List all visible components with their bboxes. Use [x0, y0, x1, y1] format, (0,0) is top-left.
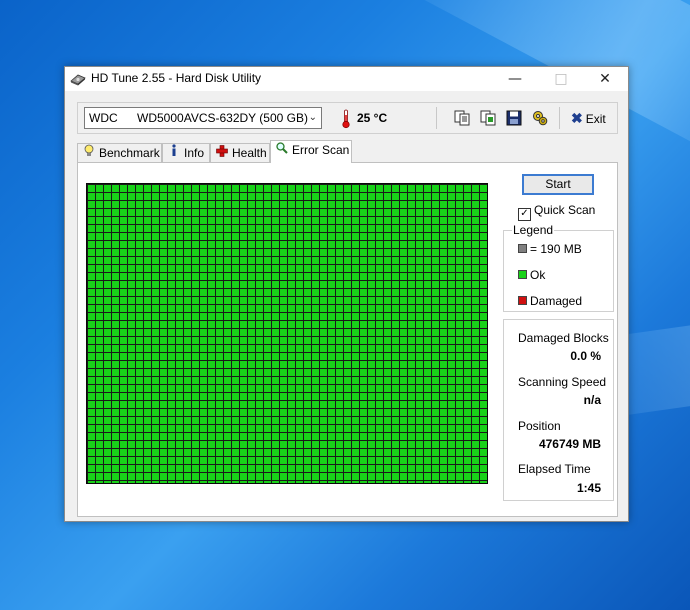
position-value: 476749 MB: [538, 437, 601, 451]
legend-item-damaged: Damaged: [518, 294, 582, 308]
checkbox-checked-icon: ✓: [518, 208, 531, 221]
title-bar[interactable]: HD Tune 2.55 - Hard Disk Utility — □ ✕: [65, 67, 628, 91]
legend-label: = 190 MB: [530, 242, 582, 256]
close-button[interactable]: ✕: [583, 67, 627, 91]
legend-label: Ok: [530, 268, 546, 282]
magnifier-icon: [275, 142, 289, 160]
quick-scan-checkbox[interactable]: ✓ Quick Scan: [518, 203, 595, 221]
red-swatch-icon: [518, 296, 527, 305]
window-title: HD Tune 2.55 - Hard Disk Utility: [91, 71, 262, 85]
error-scan-panel: Start ✓ Quick Scan Legend = 190 MB Ok Dam…: [77, 162, 618, 517]
tab-label: Error Scan: [292, 143, 350, 157]
tab-health[interactable]: Health: [210, 143, 270, 162]
drive-model: WD5000AVCS-632DY (500 GB): [137, 111, 308, 125]
green-swatch-icon: [518, 270, 527, 279]
start-button[interactable]: Start: [522, 174, 594, 195]
elapsed-time-label: Elapsed Time: [518, 462, 591, 476]
tab-error-scan[interactable]: Error Scan: [270, 140, 352, 163]
tab-label: Health: [232, 146, 267, 160]
copy-icon[interactable]: [453, 109, 471, 127]
temperature-value: 25 °C: [357, 111, 388, 125]
drive-select[interactable]: WDC WD5000AVCS-632DY (500 GB) ⌄: [84, 107, 322, 129]
info-icon: [167, 144, 181, 163]
exit-x-icon: ✖: [571, 110, 583, 126]
thermometer-icon: [342, 109, 350, 129]
exit-label: Exit: [585, 112, 606, 126]
legend-title: Legend: [512, 223, 555, 237]
options-gear-icon[interactable]: [531, 109, 549, 127]
toolbar-separator: [559, 107, 560, 129]
damaged-blocks-label: Damaged Blocks: [518, 331, 609, 345]
health-cross-icon: [215, 145, 229, 163]
exit-button[interactable]: ✖ Exit: [571, 110, 606, 127]
quick-scan-label: Quick Scan: [534, 203, 596, 217]
tab-info[interactable]: Info: [162, 143, 210, 162]
tab-label: Info: [184, 146, 205, 160]
save-icon[interactable]: [505, 109, 523, 127]
drive-vendor: WDC: [89, 111, 118, 125]
elapsed-time-value: 1:45: [576, 481, 601, 495]
position-label: Position: [518, 419, 561, 433]
gray-swatch-icon: [518, 244, 527, 253]
toolbar: WDC WD5000AVCS-632DY (500 GB) ⌄ 25 °C ✖ …: [77, 102, 618, 134]
legend-item-ok: Ok: [518, 268, 545, 282]
scanning-speed-label: Scanning Speed: [518, 375, 607, 389]
toolbar-separator: [436, 107, 437, 129]
scan-stats-box: Damaged Blocks 0.0 % Scanning Speed n/a …: [503, 319, 614, 501]
maximize-button[interactable]: □: [539, 67, 583, 91]
hdtune-window: HD Tune 2.55 - Hard Disk Utility — □ ✕ W…: [64, 66, 629, 522]
tab-label: Benchmark: [99, 146, 160, 160]
app-disk-icon: [70, 74, 86, 86]
scanning-speed-value: n/a: [583, 393, 601, 407]
tab-benchmark[interactable]: Benchmark: [77, 143, 162, 162]
scan-block-grid: [86, 183, 488, 484]
legend-box: Legend = 190 MB Ok Damaged: [503, 223, 614, 312]
chevron-down-icon: ⌄: [308, 112, 317, 123]
legend-label: Damaged: [530, 294, 583, 308]
minimize-button[interactable]: —: [493, 67, 537, 91]
lightbulb-icon: [82, 144, 96, 163]
damaged-blocks-value: 0.0 %: [570, 349, 601, 363]
copy-all-icon[interactable]: [479, 109, 497, 127]
legend-item-block-size: = 190 MB: [518, 242, 582, 256]
